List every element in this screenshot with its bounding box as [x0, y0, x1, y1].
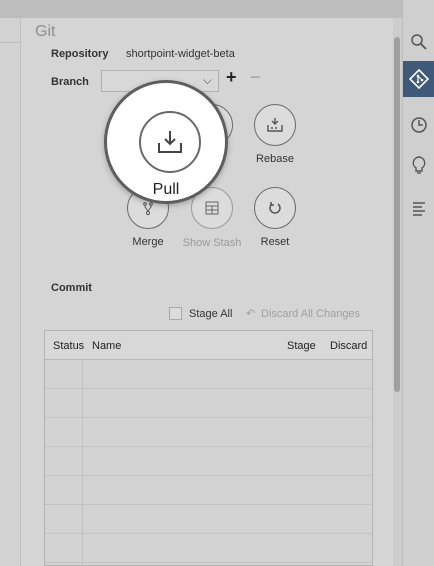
name-header[interactable]: Name: [92, 340, 121, 352]
undo-icon: ↶: [246, 308, 256, 320]
table-row: [45, 534, 372, 563]
table-row: [45, 360, 372, 389]
pull-button-zoomed[interactable]: [139, 111, 201, 173]
chevron-down-icon: ⌵: [202, 73, 212, 87]
search-icon[interactable]: [403, 24, 434, 60]
discard-all-button[interactable]: Discard All Changes: [261, 308, 360, 320]
table-row: [45, 505, 372, 534]
rebase-icon: [267, 118, 283, 132]
stage-header[interactable]: Stage: [287, 340, 316, 352]
gutter-divider: [0, 42, 20, 43]
changes-table: Status Name Stage Discard: [44, 330, 373, 566]
table-row: [45, 389, 372, 418]
reset-icon: [269, 202, 281, 214]
left-gutter: [0, 18, 21, 566]
right-toolbar: [402, 0, 434, 566]
pull-magnifier: Pull: [104, 80, 228, 204]
rebase-label: Rebase: [256, 153, 294, 165]
top-bar: [0, 0, 402, 18]
discard-header[interactable]: Discard: [330, 340, 367, 352]
repository-label: Repository: [51, 48, 109, 60]
git-icon[interactable]: [403, 61, 434, 97]
add-branch-button[interactable]: +: [226, 67, 237, 88]
table-row: [45, 418, 372, 447]
table-header: Status Name Stage Discard: [45, 331, 372, 360]
lightbulb-icon[interactable]: [403, 148, 434, 184]
remove-branch-button[interactable]: −: [250, 67, 261, 88]
table-row: [45, 447, 372, 476]
pull-label: Pull: [152, 181, 180, 198]
branch-label: Branch: [51, 76, 89, 88]
pull-icon: [158, 131, 182, 153]
reset-button[interactable]: [254, 187, 296, 229]
stage-all-label: Stage All: [189, 308, 233, 320]
history-icon[interactable]: [403, 107, 434, 143]
show-stash-label: Show Stash: [182, 237, 242, 249]
table-row: [45, 476, 372, 505]
git-panel: Git Repository shortpoint-widget-beta Br…: [21, 18, 393, 566]
outline-icon[interactable]: [403, 190, 434, 226]
rebase-button[interactable]: [254, 104, 296, 146]
panel-title: Git: [35, 23, 56, 40]
stage-all-checkbox[interactable]: [169, 307, 182, 320]
stash-icon: [205, 201, 219, 215]
reset-label: Reset: [260, 236, 290, 248]
status-header[interactable]: Status: [53, 340, 84, 352]
repository-value: shortpoint-widget-beta: [126, 48, 235, 60]
commit-label: Commit: [51, 282, 92, 294]
scrollbar-thumb[interactable]: [394, 37, 400, 392]
merge-label: Merge: [132, 236, 164, 248]
